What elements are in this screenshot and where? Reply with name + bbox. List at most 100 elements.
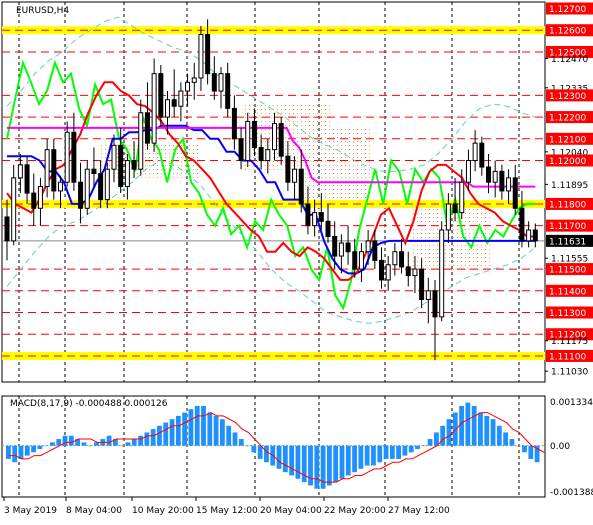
candle-body [144,112,150,144]
candle-body [272,123,277,151]
price-tag-label: 1.12300 [549,92,586,102]
candle-body [512,177,518,209]
macd-hist-bar [339,445,345,479]
candle-body [78,181,84,209]
price-tag-label: 1.12100 [549,135,586,145]
macd-axis-label: 0.001334 [550,398,593,408]
macd-hist-bar [465,402,471,446]
candle-body [71,131,77,183]
candle-body [365,240,371,253]
macd-hist-bar [522,445,527,453]
candle-body [24,164,30,194]
candle-body [305,203,311,227]
macd-hist-bar [251,445,257,453]
macd-hist-bar [496,425,502,446]
macd-hist-bar [490,419,496,446]
candle-body [399,251,405,268]
price-tag-label: 1.12200 [549,114,586,124]
macd-hist-bar [6,445,11,459]
candle-body [251,120,257,148]
candle-body [84,168,90,209]
candle-body [171,99,177,107]
macd-hist-bar [509,439,515,446]
macd-hist-bar [31,445,36,453]
cloud-area [300,127,370,204]
candle-body [385,264,391,281]
candle-body [439,229,445,318]
candle-body [151,73,157,144]
macd-hist-bar [163,422,169,446]
macd-hist-bar [18,445,24,459]
candle-body [118,144,124,188]
trading-chart[interactable]: 1.12700 1.12600 1.12500 1.12470 1.12335 1.123… [0,0,593,521]
macd-hist-bar [503,432,509,446]
candle-body [519,207,525,242]
candle-body [506,177,512,192]
macd-hist-bar [106,435,112,446]
candle-body [379,259,384,281]
macd-hist-bar [377,445,383,463]
candle-body [486,166,491,183]
candle-body [198,34,204,79]
candle-body [472,142,478,162]
macd-hist-bar [119,445,125,447]
macd-hist-bar [24,445,30,456]
candle-body [44,149,50,188]
price-tag-label: 1.11300 [549,309,586,319]
macd-hist-bar [87,445,93,447]
macd-hist-bar [364,445,370,466]
macd-hist-bar [194,405,200,446]
price-label: 1.11175 [551,337,588,347]
price-tag-label: 1.11800 [549,200,586,210]
candle-body [419,268,425,300]
candle-body [225,73,231,109]
candle-body [91,168,97,175]
macd-hist-bar [188,409,194,446]
candle-body [465,160,471,183]
candle-body [405,266,411,277]
macd-hist-bar [459,405,464,446]
candle-body [158,73,164,118]
date-label: 27 May 12:00 [388,506,450,516]
candle-body [332,236,338,257]
macd-hist-bar [232,432,238,446]
chart-svg[interactable]: 1.127001.126001.125001.124701.123351.123… [0,0,593,521]
candle-body [111,144,117,170]
macd-hist-bar [352,445,357,473]
candle-body [325,220,331,238]
macd-hist-bar [446,419,452,446]
macd-hist-bar [245,445,250,447]
price-tag-label: 1.12600 [549,27,586,37]
candle-body [211,73,217,92]
candle-body [31,192,37,209]
macd-hist-bar [37,445,43,449]
candle-body [532,229,538,242]
macd-hist-bar [427,439,433,446]
price-tag-label: 1.11700 [549,222,586,232]
candle-body [178,90,184,107]
macd-hist-bar [220,419,225,446]
macd-hist-bar [125,442,131,446]
macd-hist-bar [238,439,244,446]
candle-body [165,99,170,118]
macd-hist-bar [333,445,339,483]
candle-body [432,290,438,318]
candle-body [138,112,144,170]
candle-body [258,146,264,162]
macd-hist-bar [157,425,162,446]
price-tag-label: 1.11631 [549,237,586,247]
price-tag-label: 1.11100 [549,352,586,362]
macd-hist-bar [314,445,320,489]
candle-body [104,168,110,201]
candle-body [425,290,431,300]
candle-body [64,131,70,183]
macd-hist-bar [327,445,332,486]
macd-hist-bar [421,445,427,447]
candle-body [205,34,211,75]
macd-hist-bar [213,415,219,446]
candle-body [492,170,498,183]
macd-hist-bar [150,429,156,446]
price-tag-label: 1.11500 [549,266,586,276]
candle-body [412,268,418,277]
candle-body [298,168,304,205]
